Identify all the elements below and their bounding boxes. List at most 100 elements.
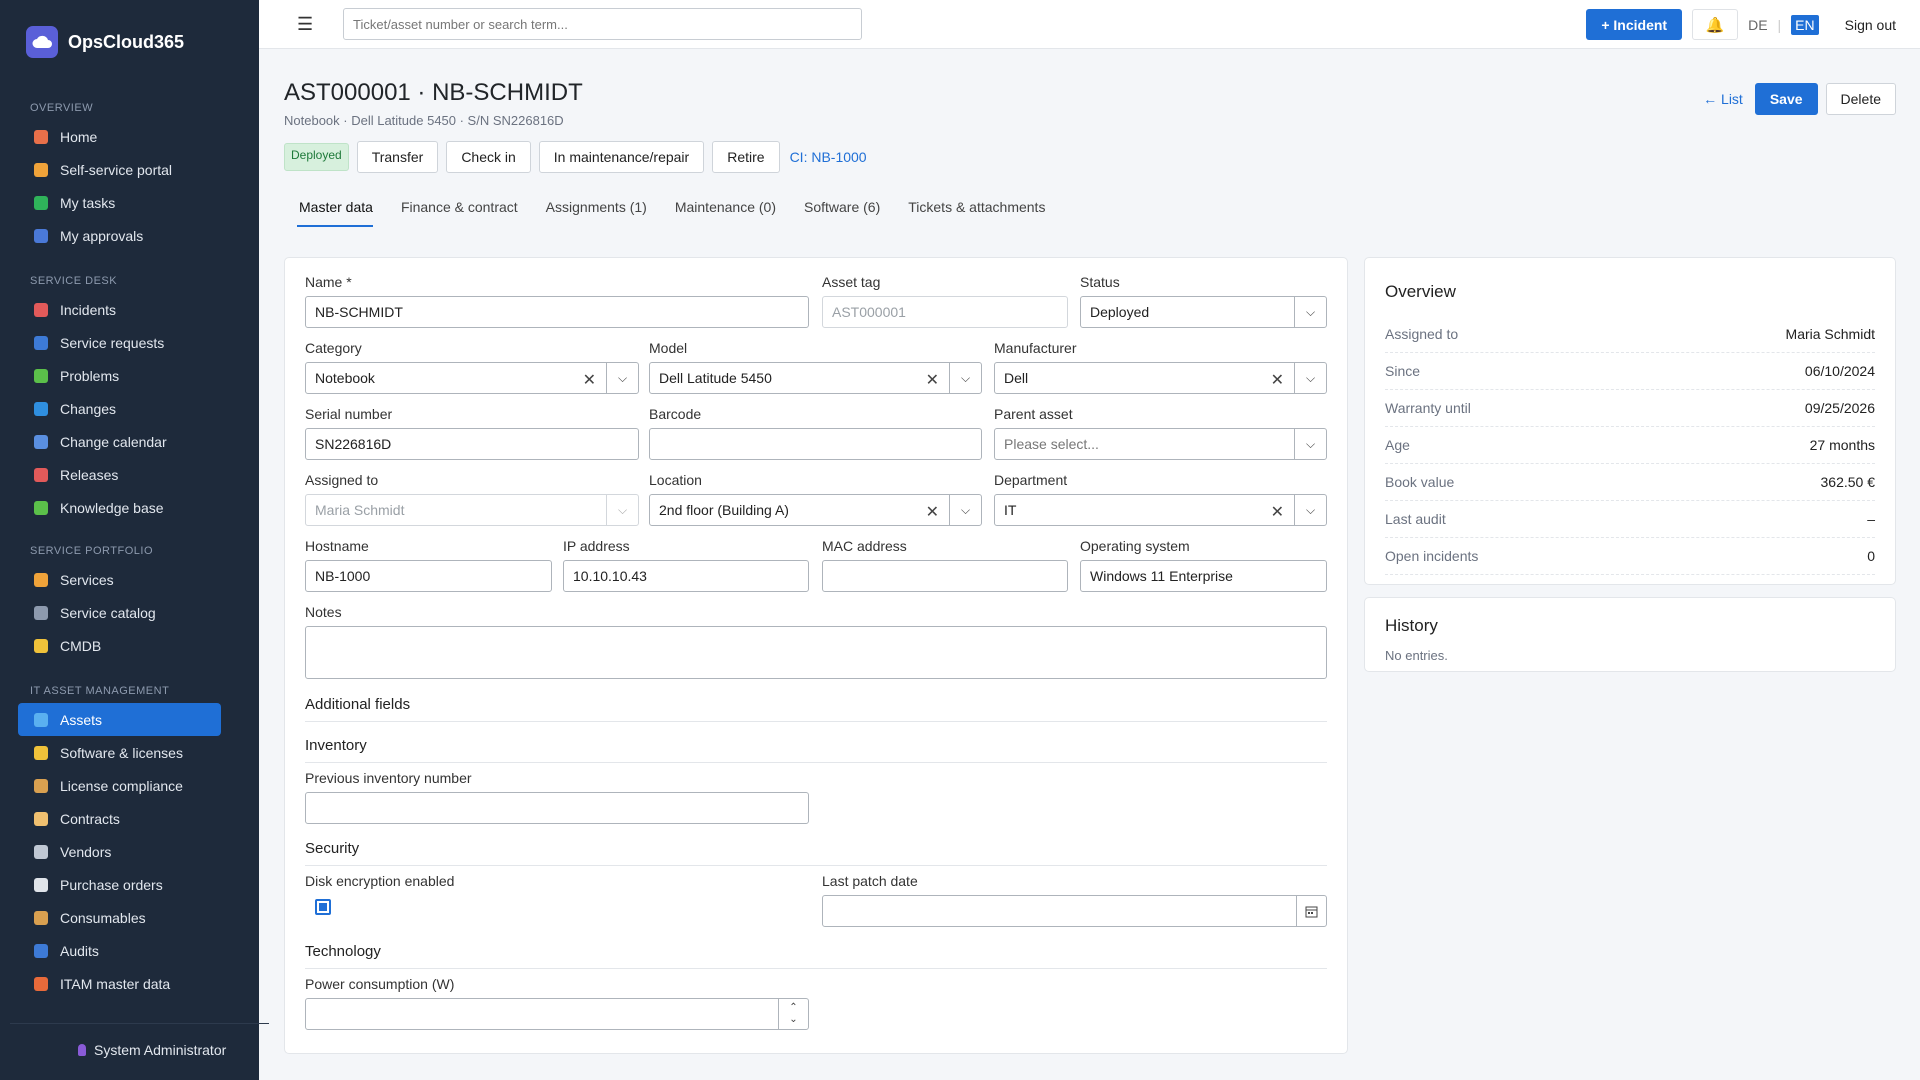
sidebar-item-audits[interactable]: Audits <box>18 934 221 967</box>
chevron-down-icon[interactable]: ⌵ <box>1294 495 1326 525</box>
chevron-down-icon[interactable]: ⌄ <box>789 1014 797 1026</box>
ci-link[interactable]: CI: NB-1000 <box>790 149 867 165</box>
manufacturer-value: Dell <box>1004 370 1029 386</box>
chevron-down-icon[interactable]: ⌵ <box>606 363 638 393</box>
sidebar-item-license-compliance[interactable]: License compliance <box>18 769 221 802</box>
back-to-list-link[interactable]: ← List <box>1703 91 1743 107</box>
category-label: Category <box>305 340 362 356</box>
disk-encryption-checkbox[interactable] <box>315 899 331 915</box>
sidebar-item-knowledge-base[interactable]: Knowledge base <box>18 491 221 524</box>
clear-icon[interactable]: ✕ <box>926 502 939 522</box>
sidebar-item-self-service-portal[interactable]: Self-service portal <box>18 153 221 186</box>
current-user[interactable]: System Administrator <box>10 1042 269 1058</box>
signout-link[interactable]: Sign out <box>1845 17 1896 33</box>
sidebar-item-incidents[interactable]: Incidents <box>18 293 221 326</box>
sidebar-item-contracts[interactable]: Contracts <box>18 802 221 835</box>
ip-input[interactable]: 10.10.10.43 <box>563 560 809 592</box>
power-input[interactable]: ⌃ ⌄ <box>305 998 809 1030</box>
lang-de[interactable]: DE <box>1748 17 1767 33</box>
maintenance-button[interactable]: In maintenance/repair <box>538 141 705 173</box>
sidebar-item-change-calendar[interactable]: Change calendar <box>18 425 221 458</box>
tab-master-data[interactable]: Master data <box>284 199 386 227</box>
name-label: Name * <box>305 274 352 290</box>
save-button[interactable]: Save <box>1754 83 1818 115</box>
chevron-down-icon[interactable]: ⌵ <box>1294 297 1326 327</box>
clear-icon[interactable]: ✕ <box>1271 502 1284 522</box>
sidebar-item-itam-master-data[interactable]: ITAM master data <box>18 967 221 1000</box>
check-in-button[interactable]: Check in <box>446 141 531 173</box>
parent-asset-select[interactable]: Please select... ⌵ <box>994 428 1327 460</box>
tab-tickets-attachments[interactable]: Tickets & attachments <box>893 199 1058 227</box>
sidebar-item-assets[interactable]: Assets <box>18 703 221 736</box>
home-icon <box>34 129 48 144</box>
page-title: AST000001 · NB-SCHMIDT <box>284 79 583 106</box>
overview-value: 09/25/2026 <box>1804 400 1875 416</box>
hostname-input[interactable]: NB-1000 <box>305 560 552 592</box>
laptop-icon <box>34 712 48 727</box>
sidebar-item-problems[interactable]: Problems <box>18 359 221 392</box>
sidebar-item-service-requests[interactable]: Service requests <box>18 326 221 359</box>
notifications-button[interactable]: 🔔 <box>1692 9 1739 40</box>
assigned-to-label: Assigned to <box>305 472 379 488</box>
retire-button[interactable]: Retire <box>712 141 780 173</box>
search-input[interactable] <box>343 8 862 40</box>
chevron-up-icon[interactable]: ⌃ <box>789 1002 797 1014</box>
sidebar-item-purchase-orders[interactable]: Purchase orders <box>18 868 221 901</box>
magnifier-icon <box>34 943 48 958</box>
sidebar-item-label: Purchase orders <box>60 876 163 893</box>
barcode-label: Barcode <box>649 406 702 422</box>
overview-key: Since <box>1385 363 1421 379</box>
clear-icon[interactable]: ✕ <box>926 370 939 390</box>
number-stepper[interactable]: ⌃ ⌄ <box>778 999 808 1029</box>
model-select[interactable]: Dell Latitude 5450 ✕ ⌵ <box>649 362 982 394</box>
manufacturer-select[interactable]: Dell ✕ ⌵ <box>994 362 1327 394</box>
chevron-down-icon[interactable]: ⌵ <box>1294 363 1326 393</box>
clear-icon[interactable]: ✕ <box>1271 370 1284 390</box>
os-input[interactable]: Windows 11 Enterprise <box>1080 560 1327 592</box>
menu-icon[interactable]: ☰ <box>297 14 317 35</box>
sidebar-item-service-catalog[interactable]: Service catalog <box>18 596 221 629</box>
folder-icon <box>34 638 48 653</box>
transfer-button[interactable]: Transfer <box>356 141 439 173</box>
sidebar-item-software-licenses[interactable]: Software & licenses <box>18 736 221 769</box>
name-input[interactable]: NB-SCHMIDT <box>305 296 809 328</box>
header-actions: ← List Save Delete <box>1703 83 1896 115</box>
sidebar-item-consumables[interactable]: Consumables <box>18 901 221 934</box>
notes-textarea[interactable] <box>305 626 1327 679</box>
serial-input[interactable]: SN226816D <box>305 428 639 460</box>
barcode-input[interactable] <box>649 428 982 460</box>
nav-section-title: IT ASSET MANAGEMENT <box>30 685 170 697</box>
last-patch-input[interactable] <box>822 895 1327 927</box>
status-select[interactable]: Deployed ⌵ <box>1080 296 1327 328</box>
tab-maintenance[interactable]: Maintenance (0) <box>660 199 789 227</box>
brand[interactable]: OpsCloud365 <box>0 0 259 84</box>
chevron-down-icon[interactable]: ⌵ <box>949 363 981 393</box>
sidebar-item-vendors[interactable]: Vendors <box>18 835 221 868</box>
tab-software[interactable]: Software (6) <box>789 199 893 227</box>
clear-icon[interactable]: ✕ <box>583 370 596 390</box>
department-select[interactable]: IT ✕ ⌵ <box>994 494 1327 526</box>
location-select[interactable]: 2nd floor (Building A) ✕ ⌵ <box>649 494 982 526</box>
prev-inventory-input[interactable] <box>305 792 809 824</box>
new-incident-button[interactable]: + Incident <box>1586 9 1683 40</box>
manufacturer-label: Manufacturer <box>994 340 1077 356</box>
lang-en[interactable]: EN <box>1791 14 1819 35</box>
tab-assignments[interactable]: Assignments (1) <box>531 199 660 227</box>
sidebar-item-services[interactable]: Services <box>18 563 221 596</box>
delete-button[interactable]: Delete <box>1825 83 1896 115</box>
sidebar-item-releases[interactable]: Releases <box>18 458 221 491</box>
category-select[interactable]: Notebook ✕ ⌵ <box>305 362 639 394</box>
tab-finance-contract[interactable]: Finance & contract <box>386 199 531 227</box>
sidebar-item-my-approvals[interactable]: My approvals <box>18 219 221 252</box>
sidebar-item-cmdb[interactable]: CMDB <box>18 629 221 662</box>
overview-key: Warranty until <box>1385 400 1471 416</box>
sidebar-item-changes[interactable]: Changes <box>18 392 221 425</box>
mac-input[interactable] <box>822 560 1068 592</box>
sidebar-item-label: Self-service portal <box>60 161 173 178</box>
refresh-icon <box>34 401 48 416</box>
calendar-icon[interactable] <box>1296 896 1326 926</box>
sidebar-item-my-tasks[interactable]: My tasks <box>18 186 221 219</box>
chevron-down-icon[interactable]: ⌵ <box>1294 429 1326 459</box>
sidebar-item-home[interactable]: Home <box>18 120 221 153</box>
chevron-down-icon[interactable]: ⌵ <box>949 495 981 525</box>
